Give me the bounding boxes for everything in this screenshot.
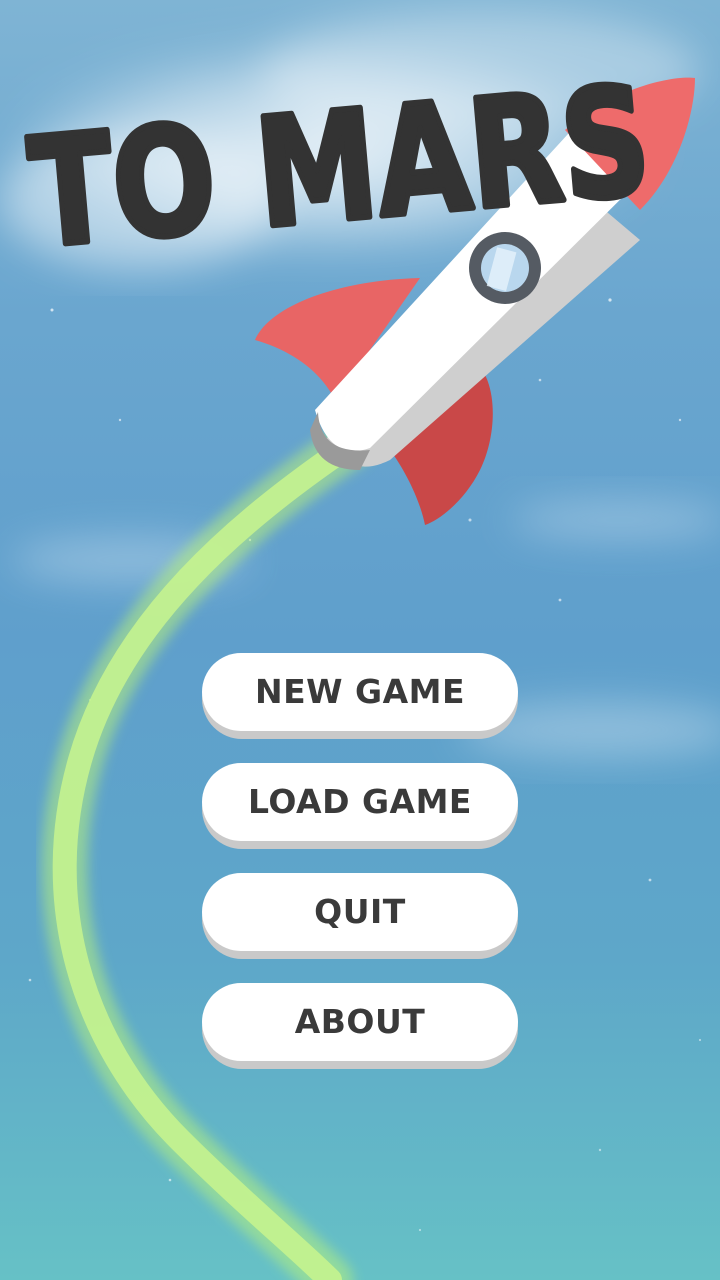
quit-button[interactable]: QUIT	[202, 873, 518, 959]
load-game-label: LOAD GAME	[248, 782, 472, 821]
main-menu: NEW GAME LOAD GAME QUIT ABOUT	[202, 653, 520, 1093]
game-title: TO MARS	[20, 51, 659, 284]
new-game-button[interactable]: NEW GAME	[202, 653, 518, 739]
about-button[interactable]: ABOUT	[202, 983, 518, 1069]
main-menu-screen: TO MARS NEW GAME LOAD GAME QUIT ABOUT	[0, 0, 720, 1280]
quit-label: QUIT	[314, 892, 406, 931]
new-game-label: NEW GAME	[254, 672, 466, 711]
load-game-button[interactable]: LOAD GAME	[202, 763, 518, 849]
about-label: ABOUT	[294, 1002, 426, 1041]
game-title-text: TO MARS	[23, 54, 656, 281]
